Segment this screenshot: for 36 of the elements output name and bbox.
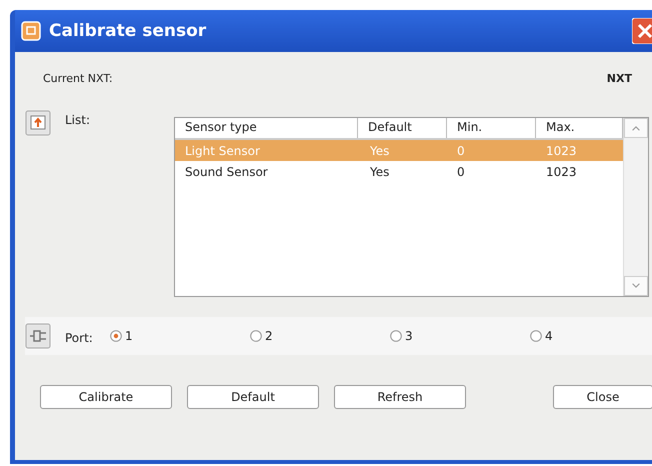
scroll-up-icon[interactable] [624, 118, 648, 138]
app-icon [21, 21, 41, 41]
port-label: Port: [65, 330, 94, 344]
close-icon[interactable] [632, 18, 652, 44]
current-nxt-label: Current NXT: [43, 72, 113, 87]
port-option-label[interactable]: 2 [265, 329, 273, 343]
port-option-label[interactable]: 1 [125, 329, 133, 343]
dialog-button[interactable]: Refresh [334, 385, 466, 409]
list-upload-icon [25, 110, 51, 136]
scrollbar[interactable] [623, 118, 648, 296]
radio-button[interactable] [250, 330, 262, 342]
port-option-label[interactable]: 4 [545, 329, 553, 343]
column-header[interactable]: Min. [447, 118, 536, 138]
column-header[interactable]: Sensor type [175, 118, 358, 138]
dialog-button[interactable]: Close [553, 385, 652, 409]
plug-icon [25, 323, 51, 349]
table-cell-text: Sound Sensor [184, 164, 269, 178]
window-title: Calibrate sensor [49, 21, 206, 41]
radio-button[interactable] [390, 330, 402, 342]
sensor-row[interactable]: Sound Sensor Yes 0 1023 [175, 161, 623, 182]
list-label: List: [65, 112, 92, 127]
scroll-down-icon[interactable] [624, 276, 648, 296]
table-cell-text: Yes [369, 164, 390, 178]
table-cell-text: Light Sensor [184, 144, 261, 158]
column-header[interactable]: Default [358, 118, 447, 138]
table-cell-text: Yes [369, 144, 390, 158]
dialog-button[interactable]: Calibrate [40, 385, 172, 409]
table-cell-text: 0 [456, 144, 466, 158]
dialog-button[interactable]: Default [187, 385, 319, 409]
port-option-label[interactable]: 3 [405, 329, 413, 343]
current-nxt-value: NXT [606, 72, 632, 87]
table-cell-text: 0 [456, 164, 466, 178]
radio-button[interactable] [530, 330, 542, 342]
table-cell-text: 1023 [545, 144, 578, 158]
table-cell-text: 1023 [545, 164, 578, 178]
radio-button[interactable] [110, 330, 122, 342]
